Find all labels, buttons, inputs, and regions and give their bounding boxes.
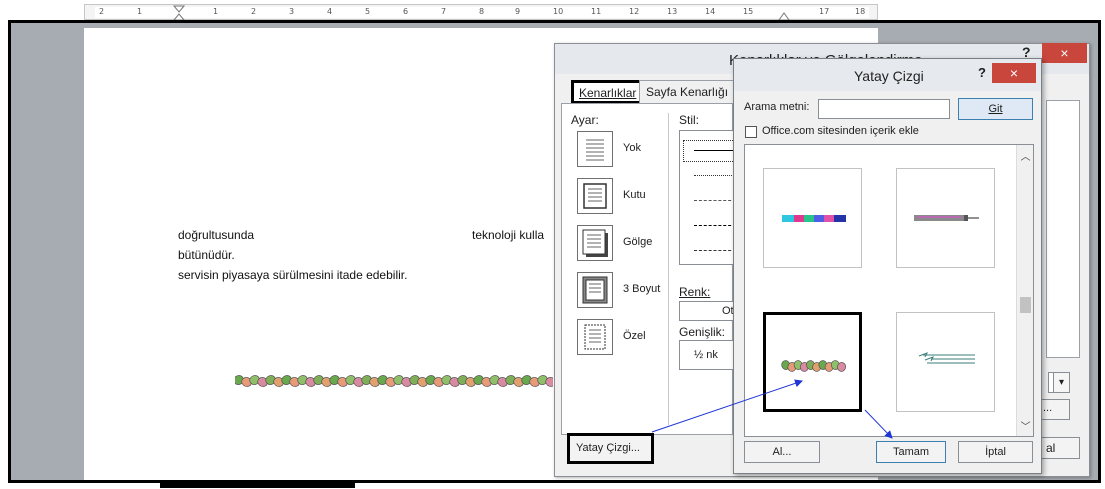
ruler-number: 5 [365,7,371,16]
ruler-number: 14 [705,7,716,16]
ruler-number: 15 [743,7,754,16]
ruler-number: 3 [289,7,295,16]
ruler-number: 13 [667,7,678,16]
ruler-indent-marker-icon[interactable] [173,5,185,21]
horizontal-ruler[interactable]: 2 1 1 2 3 4 5 6 7 8 9 10 11 12 13 14 15 … [84,4,878,21]
ruler-number: 10 [553,7,564,16]
ruler-number: 1 [137,7,143,16]
ruler-number: 12 [629,7,640,16]
ruler-number: 2 [99,7,105,16]
ruler-number: 1 [213,7,219,16]
ruler-track: 2 1 1 2 3 4 5 6 7 8 9 10 11 12 13 14 15 … [95,7,869,18]
ruler-number: 9 [515,7,521,16]
ruler-number: 4 [327,7,333,16]
screenshot-frame [8,20,1101,483]
ruler-number: 6 [403,7,409,16]
ruler-number: 17 [819,7,830,16]
ruler-number: 11 [591,7,602,16]
bottom-bar [160,482,355,488]
ruler-number: 2 [251,7,257,16]
ruler-number: 8 [479,7,485,16]
ruler-number: 7 [441,7,447,16]
ruler-number: 18 [855,7,866,16]
